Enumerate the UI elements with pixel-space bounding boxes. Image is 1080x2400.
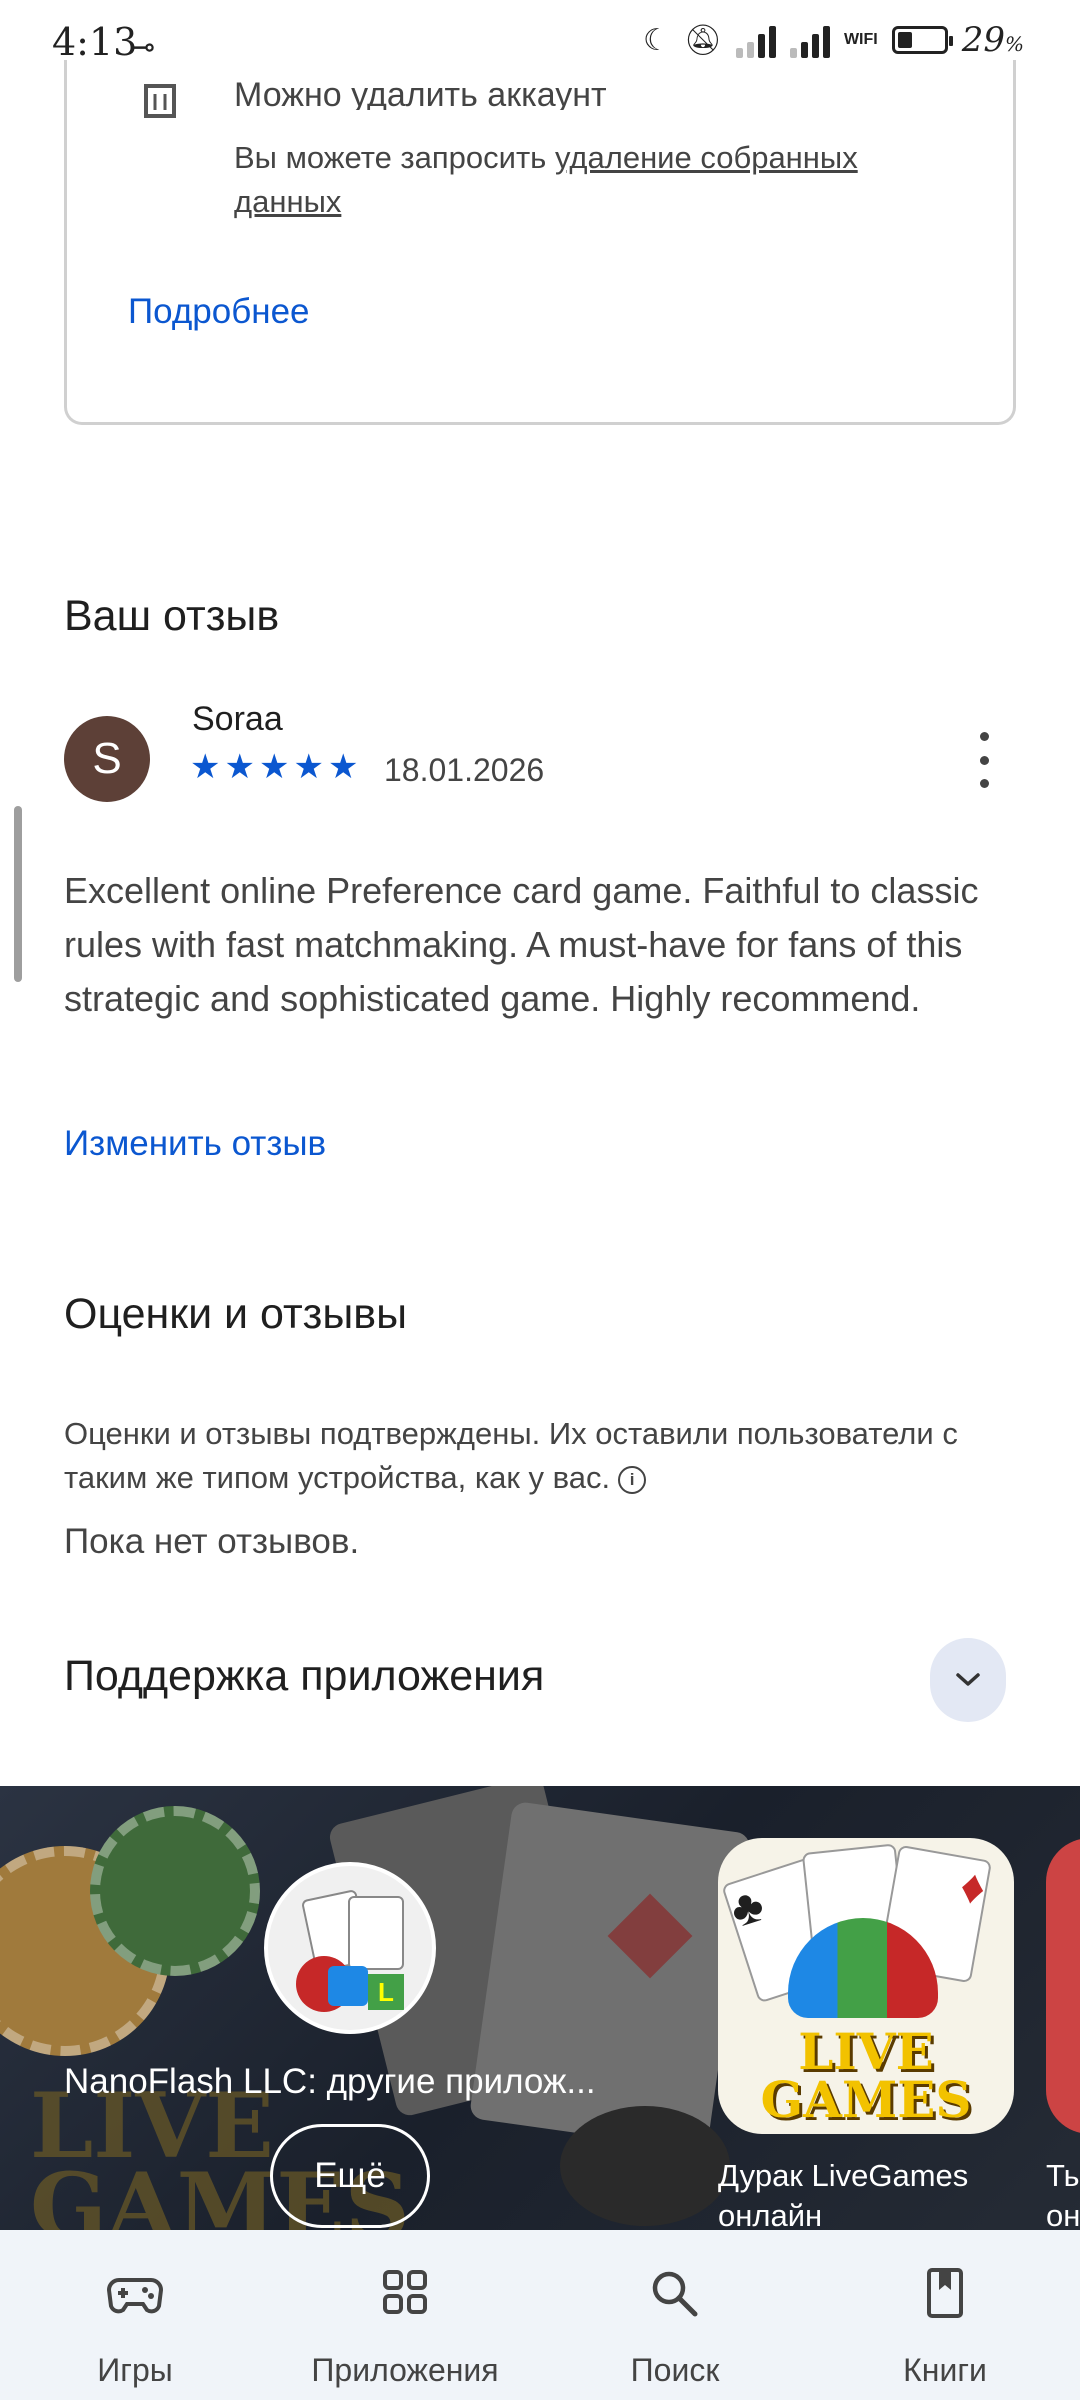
developer-logo: L	[264, 1862, 436, 2034]
wifi-icon: WIFI	[843, 31, 878, 48]
scrollbar[interactable]	[14, 806, 22, 982]
search-icon	[652, 2271, 698, 2317]
details-link[interactable]: Подробнее	[128, 292, 310, 332]
chevron-down-icon	[956, 1673, 980, 1686]
nav-games[interactable]: Игры	[0, 2230, 270, 2400]
app-support-title[interactable]: Поддержка приложения	[64, 1652, 544, 1701]
delete-data-text: Вы можете запросить удаление собранных д…	[234, 140, 858, 219]
do-not-disturb-icon: ☾	[642, 23, 670, 57]
star-icon: ★	[190, 748, 221, 786]
nav-books[interactable]: Книги	[810, 2230, 1080, 2400]
apps-grid-icon	[383, 2270, 427, 2314]
reviewer-name: Soraa	[192, 700, 283, 738]
status-time: 4:13	[52, 20, 138, 64]
app-icon-next[interactable]	[1046, 1838, 1080, 2134]
battery-percent: 29%	[961, 20, 1024, 60]
review-text: Excellent online Preference card game. F…	[64, 870, 979, 1019]
expand-support-button[interactable]	[930, 1638, 1006, 1722]
more-apps-button[interactable]: Ещё	[270, 2124, 430, 2228]
nav-apps-label: Приложения	[311, 2352, 499, 2388]
signal-2-icon	[789, 22, 830, 58]
battery-icon	[891, 26, 953, 54]
app-name-next[interactable]: Ты он	[1046, 2156, 1080, 2236]
status-icons: ☾ 🔕︎ WIFI 29%	[643, 20, 1024, 60]
developer-name[interactable]: NanoFlash LLC: другие прилож...	[64, 2062, 596, 2102]
app-name-durak[interactable]: Дурак LiveGames онлайн	[718, 2156, 1038, 2236]
app-logo-text: LIVE GAMES	[760, 2022, 972, 2129]
star-icon: ★	[258, 748, 290, 786]
ratings-title: Оценки и отзывы	[64, 1290, 408, 1338]
your-review-title: Ваш отзыв	[64, 592, 280, 640]
data-safety-card	[64, 60, 1016, 425]
more-options-icon[interactable]	[966, 732, 1002, 788]
star-icon: ★	[293, 748, 324, 786]
signal-1-icon	[735, 22, 776, 58]
nav-search-label: Поиск	[630, 2352, 720, 2388]
delete-account-title: Можно удалить аккаунт	[234, 76, 607, 110]
ratings-note: Оценки и отзывы подтверждены. Их оставил…	[64, 1416, 958, 1495]
nav-books-label: Книги	[903, 2352, 987, 2388]
star-rating: ★ ★ ★ ★ ★	[190, 750, 358, 784]
star-icon: ★	[327, 748, 359, 786]
no-reviews-text: Пока нет отзывов.	[64, 1522, 360, 1561]
nav-games-label: Игры	[97, 2352, 173, 2388]
app-icon-durak[interactable]: ♣ ♦ LIVE GAMES	[718, 1838, 1014, 2134]
edit-review-link[interactable]: Изменить отзыв	[64, 1124, 326, 1164]
info-icon[interactable]: i	[618, 1465, 647, 1494]
star-icon: ★	[224, 748, 255, 786]
nav-search[interactable]: Поиск	[540, 2230, 810, 2400]
bottom-navigation: Игры Приложения Поиск Книги	[0, 2230, 1080, 2400]
book-icon	[927, 2268, 963, 2318]
trash-icon	[140, 82, 180, 122]
avatar: S	[64, 716, 150, 802]
gamepad-icon	[106, 2278, 164, 2314]
review-date: 18.01.2026	[384, 752, 545, 788]
muted-bell-icon: 🔕︎	[683, 23, 722, 57]
nav-apps[interactable]: Приложения	[270, 2230, 540, 2400]
